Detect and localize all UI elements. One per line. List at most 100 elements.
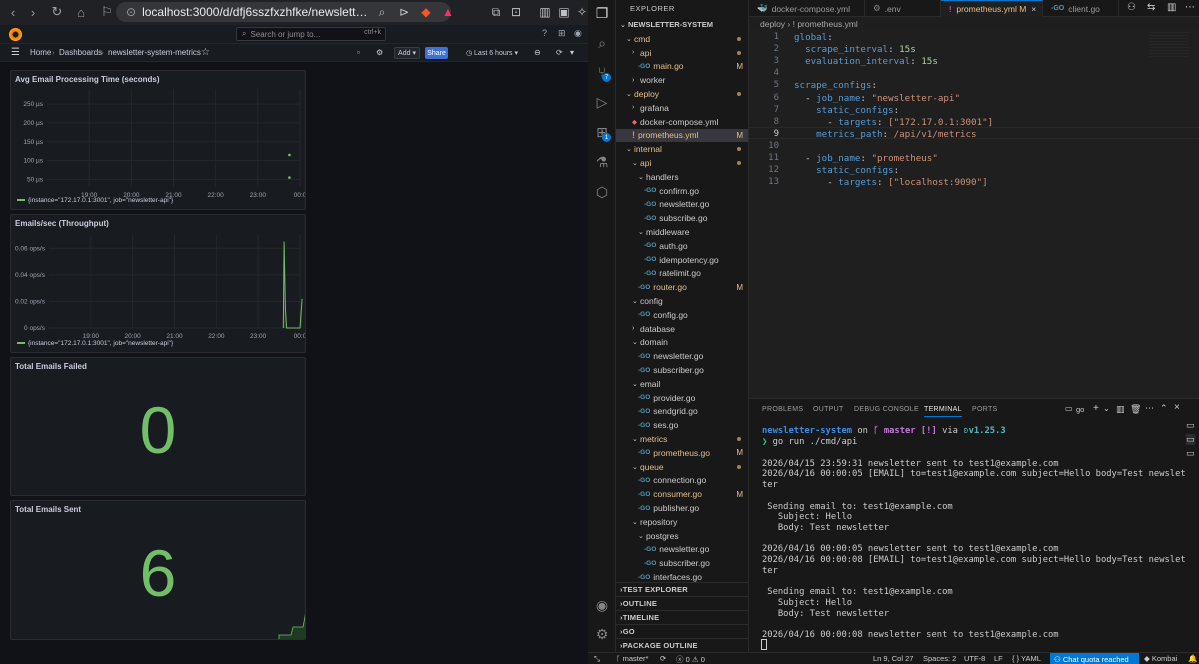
tree-file[interactable]: -GO main.go M	[616, 60, 748, 74]
tree-folder[interactable]: › database	[616, 322, 748, 336]
tree-file[interactable]: -GO subscriber.go	[616, 363, 748, 377]
forward-icon[interactable]: ›	[24, 3, 42, 21]
branch-status[interactable]: ᚴ master*	[616, 654, 648, 663]
data-point[interactable]	[288, 153, 291, 157]
notifications-icon[interactable]: 🔔	[1188, 654, 1197, 663]
refresh-interval-icon[interactable]: ▾	[570, 48, 574, 57]
refresh-icon[interactable]: ⟳	[556, 48, 563, 57]
tree-file[interactable]: -GO confirm.go	[616, 184, 748, 198]
tab-docker-compose[interactable]: 🐳 docker-compose.yml	[749, 0, 865, 17]
grafana-logo-icon[interactable]	[9, 28, 22, 41]
tree-folder[interactable]: › api	[616, 46, 748, 60]
legend-item[interactable]: {instance="172.17.0.1:3001", job="newsle…	[17, 340, 173, 347]
line-ending[interactable]: LF	[994, 654, 1003, 663]
tree-folder[interactable]: ⌄ deploy	[616, 87, 748, 101]
tree-folder[interactable]: ⌄ handlers	[616, 170, 748, 184]
screenshot-icon[interactable]: ⊡	[508, 4, 524, 20]
news-icon[interactable]: ⊞	[558, 28, 566, 39]
breadcrumb-home[interactable]: Home	[30, 48, 51, 57]
brave-shield-icon[interactable]: ◆	[418, 4, 434, 20]
chat-quota-status[interactable]: ⚇ Chat quota reached	[1050, 653, 1139, 664]
tree-file[interactable]: -GO ses.go	[616, 418, 748, 432]
tree-file[interactable]: -GO newsletter.go	[616, 543, 748, 557]
testing-icon[interactable]: ⚗	[594, 154, 610, 170]
account-icon[interactable]: ◉	[594, 597, 610, 613]
tab-prometheus-yml[interactable]: ! prometheus.yml M ×	[941, 0, 1043, 17]
add-button[interactable]: Add ▾	[394, 47, 420, 59]
split-editor-icon[interactable]: ▥	[1167, 2, 1176, 13]
section-outline[interactable]: › OUTLINE	[616, 595, 748, 610]
tree-file[interactable]: -GO sendgrid.go	[616, 405, 748, 419]
tree-file[interactable]: -GO prometheus.go M	[616, 446, 748, 460]
code-editor[interactable]: 1 global: 2 scrape_interval: 15s 3 evaluati…	[749, 30, 1199, 398]
new-terminal-icon[interactable]: +	[1093, 403, 1099, 414]
tree-file[interactable]: -GO auth.go	[616, 239, 748, 253]
cursor-position[interactable]: Ln 9, Col 27	[873, 654, 913, 663]
menu-icon[interactable]: ☰	[11, 47, 20, 58]
panel-emails-failed[interactable]: Total Emails Failed 0	[10, 357, 306, 496]
tree-folder[interactable]: ⌄ repository	[616, 515, 748, 529]
send-icon[interactable]: ⊳	[396, 4, 412, 20]
save-icon[interactable]: ▫	[357, 48, 360, 57]
explorer-icon[interactable]: ❐	[594, 5, 610, 21]
search-icon[interactable]: ⌕	[594, 35, 610, 51]
tree-file[interactable]: -GO subscriber.go	[616, 556, 748, 570]
indentation[interactable]: Spaces: 2	[923, 654, 956, 663]
problems-status[interactable]: ⓧ 0 ⚠ 0	[676, 654, 705, 664]
legend-item[interactable]: {instance="172.17.0.1:3001", job="newsle…	[17, 197, 173, 204]
help-icon[interactable]: ?	[542, 28, 547, 38]
breadcrumb-dashboards[interactable]: Dashboards	[59, 48, 102, 57]
tree-folder[interactable]: ⌄ middleware	[616, 225, 748, 239]
compare-icon[interactable]: ⇆	[1147, 2, 1155, 13]
encoding[interactable]: UTF-8	[964, 654, 985, 663]
tree-folder[interactable]: ⌄ config	[616, 294, 748, 308]
tree-file[interactable]: -GO ratelimit.go	[616, 267, 748, 281]
leo-icon[interactable]: ✧	[574, 4, 588, 20]
tree-file[interactable]: -GO config.go	[616, 308, 748, 322]
zoom-icon[interactable]: ⌕	[374, 4, 390, 20]
section-package-outline[interactable]: › PACKAGE OUTLINE	[616, 637, 748, 652]
more-actions-icon[interactable]: ⋯	[1145, 403, 1154, 414]
panel-emails-sent[interactable]: Total Emails Sent 6	[10, 500, 306, 640]
maximize-panel-icon[interactable]: ⌃	[1160, 403, 1168, 414]
tab-terminal[interactable]: TERMINAL	[924, 406, 962, 417]
manage-gear-icon[interactable]: ⚙	[594, 626, 610, 642]
tree-file[interactable]: -GO consumer.go M	[616, 487, 748, 501]
section-test-explorer[interactable]: › TEST EXPLORER	[616, 582, 748, 596]
extensions-icon[interactable]: ⧉	[488, 4, 504, 20]
panel-avg-processing-time[interactable]: Avg Email Processing Time (seconds) 250 …	[10, 70, 306, 210]
tree-folder[interactable]: ⌄ postgres	[616, 529, 748, 543]
tree-folder[interactable]: › grafana	[616, 101, 748, 115]
site-info-icon[interactable]: ⊙	[126, 5, 136, 19]
terminal-instance-icon[interactable]: ▭	[1186, 448, 1195, 459]
tree-file[interactable]: -GO subscribe.go	[616, 211, 748, 225]
tree-file[interactable]: ◆ docker-compose.yml	[616, 115, 748, 129]
tab-client-go[interactable]: -GO client.go	[1043, 0, 1119, 17]
tree-folder[interactable]: ⌄ api	[616, 156, 748, 170]
terminal-shell-label[interactable]: go	[1076, 405, 1084, 414]
copilot-icon[interactable]: ⚇	[1127, 2, 1136, 13]
back-icon[interactable]: ‹	[4, 3, 22, 21]
tab-env[interactable]: ⚙ .env	[865, 0, 941, 17]
tab-output[interactable]: OUTPUT	[813, 406, 844, 413]
tree-folder[interactable]: ⌄ cmd	[616, 32, 748, 46]
tree-file[interactable]: -GO provider.go	[616, 391, 748, 405]
terminal-instance-icon[interactable]: ▭	[1186, 420, 1195, 431]
tab-problems[interactable]: PROBLEMS	[762, 406, 803, 413]
data-point[interactable]	[288, 176, 291, 179]
remote-icon[interactable]: ⤡	[594, 654, 600, 664]
split-terminal-icon[interactable]: ▥	[1116, 404, 1125, 415]
tree-folder[interactable]: ⌄ domain	[616, 336, 748, 350]
star-icon[interactable]: ☆	[201, 47, 210, 58]
wallet-icon[interactable]: ▣	[556, 4, 572, 20]
tree-folder[interactable]: ⌄ email	[616, 377, 748, 391]
containers-icon[interactable]: ⬡	[594, 184, 610, 200]
section-go[interactable]: › GO	[616, 623, 748, 638]
tree-file[interactable]: -GO router.go M	[616, 280, 748, 294]
close-panel-icon[interactable]: ×	[1174, 402, 1180, 413]
close-icon[interactable]: ×	[1031, 4, 1036, 14]
tree-file[interactable]: ! prometheus.yml M	[616, 128, 748, 143]
tree-folder[interactable]: ⌄ metrics	[616, 432, 748, 446]
run-debug-icon[interactable]: ▷	[594, 94, 610, 110]
more-actions-icon[interactable]: ⋯	[1185, 2, 1195, 13]
